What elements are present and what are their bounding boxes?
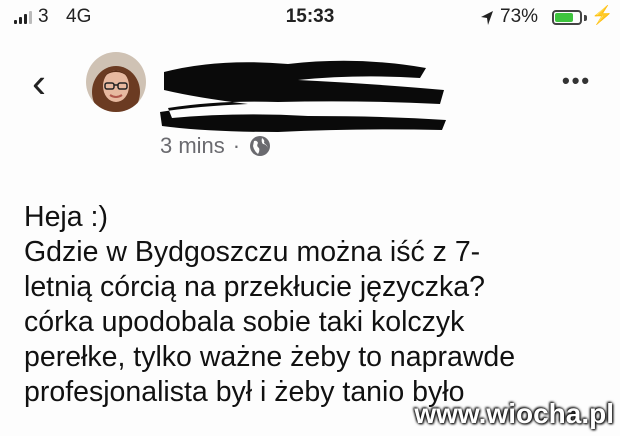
redacted-author-name bbox=[160, 60, 446, 132]
watermark: www.wiocha.pl bbox=[414, 398, 614, 429]
charging-bolt-icon: ⚡ bbox=[591, 5, 614, 25]
post-body: Heja :) Gdzie w Bydgoszczu można iść z 7… bbox=[24, 200, 594, 410]
post-line: letnią córcią na przekłucie języczka? bbox=[24, 271, 485, 303]
more-options-icon[interactable]: ••• bbox=[562, 68, 591, 94]
post-time[interactable]: 3 mins bbox=[160, 133, 225, 159]
post-line: perełke, tylko ważne żeby to naprawde bbox=[24, 341, 516, 373]
battery-icon bbox=[552, 10, 582, 25]
post-line: Heja :) bbox=[24, 201, 108, 233]
globe-icon bbox=[250, 136, 271, 156]
battery-tip bbox=[584, 15, 587, 21]
status-bar: 3 4G 15:33 73% ⚡ bbox=[0, 0, 620, 34]
battery-percentage: 73% bbox=[500, 6, 539, 27]
post-line: córka upodobala sobie taki kolczyk bbox=[24, 306, 465, 338]
back-chevron-icon[interactable]: ‹ bbox=[32, 62, 46, 104]
post-line: Gdzie w Bydgoszczu można iść z 7- bbox=[24, 236, 481, 268]
meta-separator: · bbox=[232, 133, 241, 158]
location-arrow-icon bbox=[481, 11, 493, 25]
post-meta: 3 mins · bbox=[160, 133, 272, 159]
avatar[interactable] bbox=[86, 52, 146, 112]
battery-level-fill bbox=[555, 13, 573, 22]
